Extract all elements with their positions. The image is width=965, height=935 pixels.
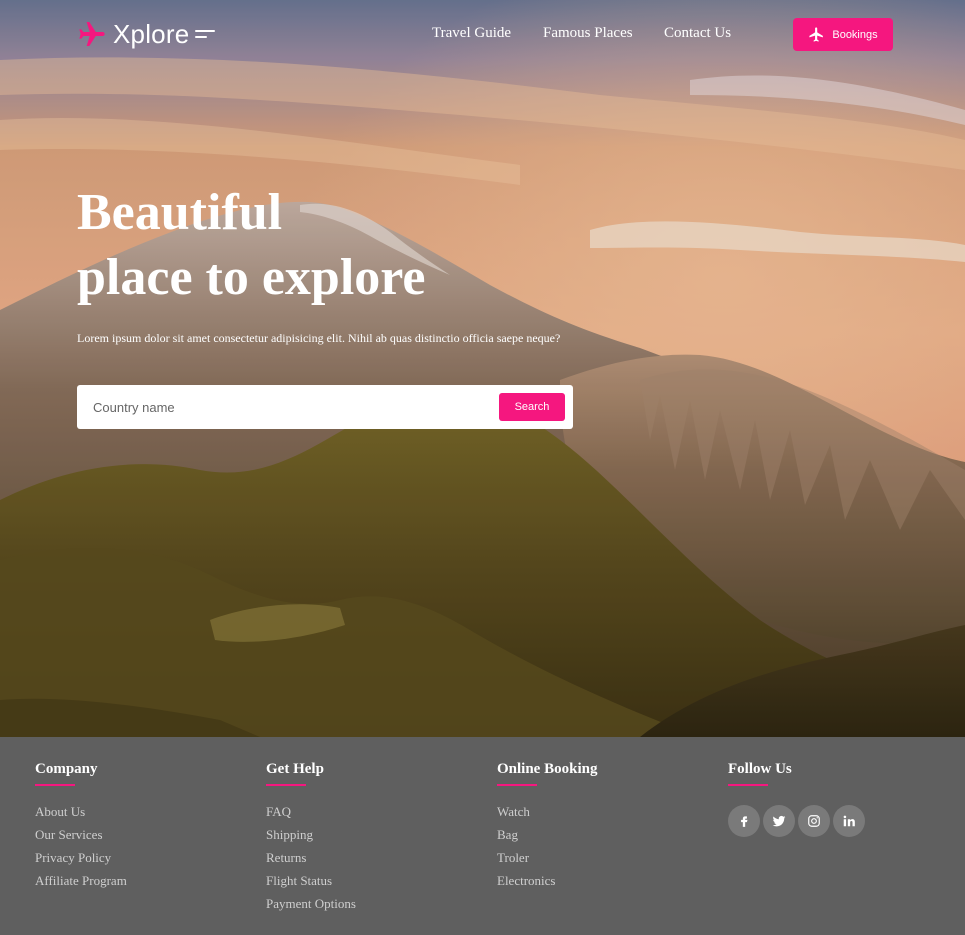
search-bar: Search: [77, 385, 573, 429]
footer-link-privacy-policy[interactable]: Privacy Policy: [35, 850, 111, 865]
twitter-icon[interactable]: [763, 805, 795, 837]
linkedin-icon[interactable]: [833, 805, 865, 837]
airplane-icon: [809, 27, 824, 42]
title-underline: [266, 784, 306, 786]
footer-link-affiliate-program[interactable]: Affiliate Program: [35, 873, 127, 888]
footer-link-watch[interactable]: Watch: [497, 804, 530, 819]
facebook-icon[interactable]: [728, 805, 760, 837]
bookings-label: Bookings: [832, 28, 878, 41]
footer-link-list: FAQ Shipping Returns Flight Status Payme…: [266, 803, 356, 918]
airplane-logo-icon: [79, 22, 105, 46]
footer-column-title: Online Booking: [497, 761, 598, 777]
footer-link-electronics[interactable]: Electronics: [497, 873, 555, 888]
footer-column-title: Get Help: [266, 761, 324, 777]
footer-column-get-help: Get Help FAQ Shipping Returns Flight Sta…: [266, 761, 356, 918]
footer-link-bag[interactable]: Bag: [497, 827, 518, 842]
footer-link-list: Watch Bag Troler Electronics: [497, 803, 597, 895]
footer: Company About Us Our Services Privacy Po…: [0, 737, 965, 935]
footer-link-flight-status[interactable]: Flight Status: [266, 873, 332, 888]
social-links: [728, 805, 865, 837]
title-underline: [497, 784, 537, 786]
menu-lines-icon: [195, 27, 216, 41]
footer-column-follow-us: Follow Us: [728, 761, 865, 837]
title-underline: [728, 784, 768, 786]
hero-subtitle: Lorem ipsum dolor sit amet consectetur a…: [77, 331, 561, 345]
mountain-background-image: [0, 0, 965, 737]
hero-section: Xplore Travel Guide Famous Places Contac…: [0, 0, 965, 737]
instagram-icon[interactable]: [798, 805, 830, 837]
footer-link-about-us[interactable]: About Us: [35, 804, 85, 819]
brand-logo[interactable]: Xplore: [76, 18, 216, 50]
footer-link-returns[interactable]: Returns: [266, 850, 306, 865]
footer-column-online-booking: Online Booking Watch Bag Troler Electron…: [497, 761, 597, 895]
footer-link-shipping[interactable]: Shipping: [266, 827, 313, 842]
footer-column-company: Company About Us Our Services Privacy Po…: [35, 761, 127, 895]
nav-link-famous-places[interactable]: Famous Places: [543, 25, 633, 42]
footer-link-payment-options[interactable]: Payment Options: [266, 896, 356, 911]
top-navbar: Xplore Travel Guide Famous Places Contac…: [0, 0, 965, 70]
footer-column-title: Follow Us: [728, 761, 792, 777]
hero-title-line-2: place to explore: [77, 249, 426, 306]
footer-link-troler[interactable]: Troler: [497, 850, 529, 865]
bookings-button[interactable]: Bookings: [793, 18, 893, 51]
brand-name: Xplore: [113, 18, 190, 49]
nav-link-travel-guide[interactable]: Travel Guide: [432, 25, 511, 42]
search-button[interactable]: Search: [499, 393, 565, 421]
hero-title-line-1: Beautiful: [77, 184, 283, 241]
footer-link-our-services[interactable]: Our Services: [35, 827, 103, 842]
country-search-input[interactable]: [77, 385, 487, 429]
footer-column-title: Company: [35, 761, 98, 777]
footer-link-faq[interactable]: FAQ: [266, 804, 291, 819]
nav-link-contact-us[interactable]: Contact Us: [664, 25, 731, 42]
footer-link-list: About Us Our Services Privacy Policy Aff…: [35, 803, 127, 895]
title-underline: [35, 784, 75, 786]
hero-title: Beautiful place to explore: [77, 180, 577, 310]
